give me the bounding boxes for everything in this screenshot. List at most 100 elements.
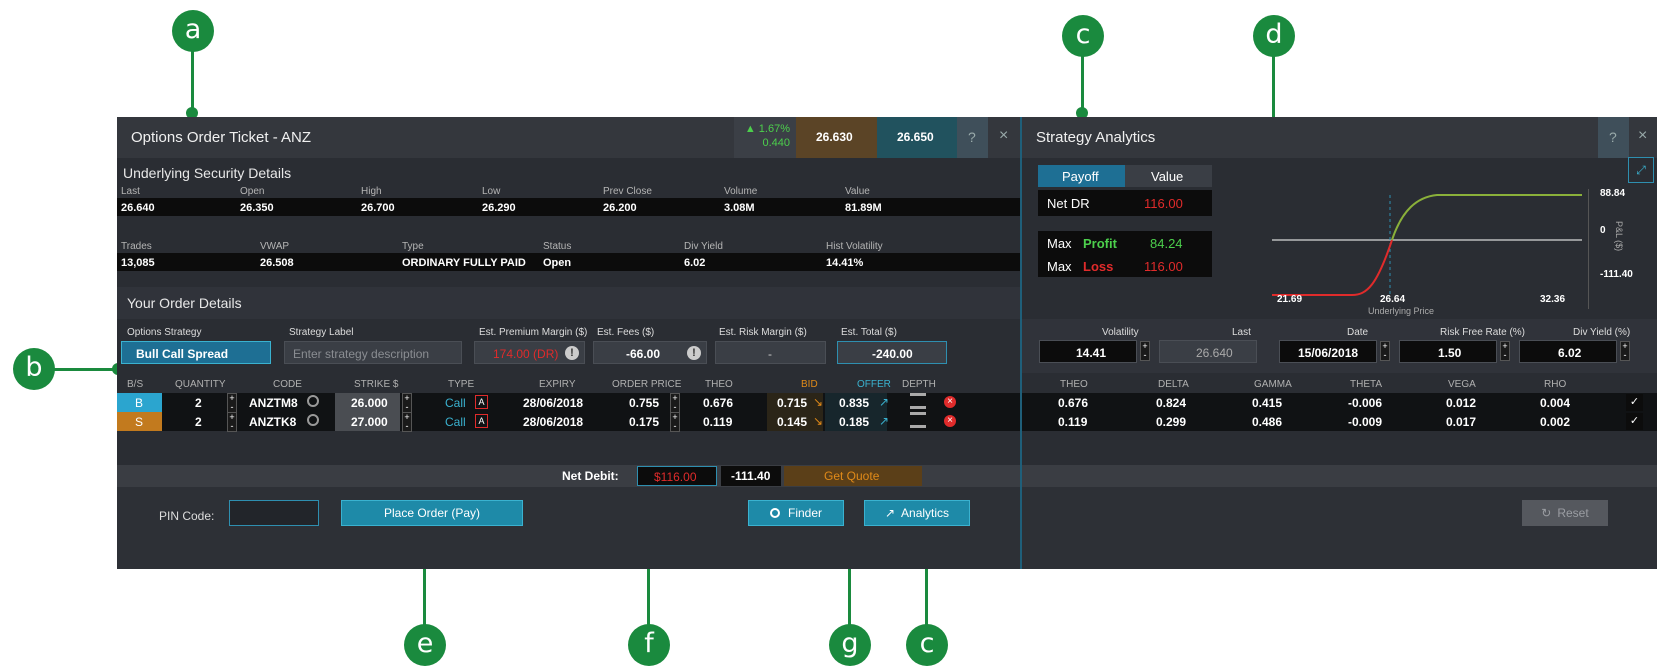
net-value-box: -111.40 <box>721 466 781 486</box>
leg-1-expiry[interactable]: 28/06/2018 <box>523 396 583 410</box>
fees-info-icon[interactable]: ! <box>687 346 701 360</box>
leg-1-bid: 0.715 <box>777 396 808 410</box>
leg-1-order-price[interactable]: 0.755 <box>629 396 659 410</box>
und-vwap: 26.508 <box>260 257 294 269</box>
remove-leg-icon[interactable]: × <box>944 396 956 408</box>
premium-info-icon[interactable]: ! <box>565 346 579 360</box>
strategy-select[interactable]: Bull Call Spread <box>121 341 271 364</box>
und-type: ORDINARY FULLY PAID <box>402 257 526 269</box>
und-label-histvol: Hist Volatility <box>826 241 883 252</box>
leg-1-strike: 26.000 <box>351 396 388 410</box>
checkmark-icon[interactable]: ✓ <box>1626 413 1643 430</box>
leg-1-auto-badge[interactable]: A <box>475 395 488 409</box>
leg-2-theo: 0.119 <box>703 415 733 429</box>
callout-f: f <box>628 624 670 666</box>
date-input[interactable]: 15/06/2018 <box>1279 340 1377 363</box>
analytics-net-band <box>1022 465 1657 487</box>
expand-chart-button[interactable]: ⤢ <box>1628 157 1654 183</box>
bid-price-box[interactable]: 26.630 <box>796 117 877 158</box>
search-icon[interactable] <box>307 395 319 407</box>
chart-y-axis-line <box>1588 189 1589 309</box>
rfr-value: 1.50 <box>1438 346 1462 360</box>
callout-a-line <box>191 48 194 114</box>
greek-1-delta: 0.824 <box>1156 396 1187 410</box>
leg-2-qty-stepper[interactable]: + - <box>227 412 237 432</box>
net-dr-label: Net DR <box>1047 196 1090 211</box>
leg-2-strike-box[interactable]: 27.000 <box>335 412 400 431</box>
tab-payoff[interactable]: Payoff <box>1038 165 1125 187</box>
analytics-close-button[interactable]: × <box>1629 117 1657 158</box>
premium-margin-value: 174.00 (DR) <box>493 347 559 361</box>
bid-price: 26.630 <box>816 130 853 144</box>
rfr-stepper[interactable]: + - <box>1500 341 1510 361</box>
depth-icon[interactable] <box>910 393 926 409</box>
place-order-button[interactable]: Place Order (Pay) <box>341 500 523 526</box>
checkmark-icon[interactable]: ✓ <box>1626 394 1643 411</box>
total-box: -240.00 <box>837 341 947 364</box>
leg-2-qty[interactable]: 2 <box>195 415 202 429</box>
leg-1-offer-box[interactable]: 0.835 <box>825 393 887 412</box>
tab-value[interactable]: Value <box>1125 165 1212 187</box>
rfr-input[interactable]: 1.50 <box>1399 340 1497 363</box>
ticket-close-button[interactable]: × <box>988 117 1020 158</box>
depth-icon[interactable] <box>910 412 926 428</box>
callout-g: g <box>829 624 871 666</box>
ticket-title: Options Order Ticket - ANZ <box>131 129 312 146</box>
get-quote-button[interactable]: Get Quote <box>784 466 922 486</box>
leg-1-type[interactable]: Call <box>445 396 466 410</box>
callout-d: d <box>1253 15 1295 57</box>
ask-price-box[interactable]: 26.650 <box>877 117 957 158</box>
trend-icon: ↗ <box>884 506 896 520</box>
close-icon: × <box>999 127 1009 144</box>
leg-1-bs: B <box>135 396 144 410</box>
date-stepper[interactable]: + - <box>1380 341 1390 361</box>
leg-2-type[interactable]: Call <box>445 415 466 429</box>
greek-col-vega: VEGA <box>1448 379 1476 390</box>
und-divyield: 6.02 <box>684 257 706 269</box>
und-label-last: Last <box>121 186 140 197</box>
und-label-open: Open <box>240 186 265 197</box>
remove-leg-icon[interactable]: × <box>944 415 956 427</box>
max-loss-row: Max Loss 116.00 <box>1038 254 1212 277</box>
col-code: CODE <box>273 379 302 390</box>
greek-col-theta: THETA <box>1350 379 1383 390</box>
ticket-titlebar: Options Order Ticket - ANZ ▲ 1.67% 0.440… <box>117 117 1020 158</box>
y-tick-zero: 0 <box>1600 225 1606 236</box>
underlying-section-title: Underlying Security Details <box>123 165 292 181</box>
net-dr-box: Net DR 116.00 <box>1038 190 1212 216</box>
und-label-high: High <box>361 186 382 197</box>
greek-col-rho: RHO <box>1544 379 1567 390</box>
leg-2-sell-badge[interactable]: S <box>117 412 162 431</box>
leg-1-price-stepper[interactable]: + - <box>670 393 680 413</box>
max-profit-max: Max <box>1047 236 1072 251</box>
analytics-help-button[interactable]: ? <box>1598 117 1629 158</box>
reset-button[interactable]: ↻ Reset <box>1522 500 1608 526</box>
col-order-price: ORDER PRICE <box>612 379 682 390</box>
leg-1-strike-stepper[interactable]: + - <box>402 393 412 413</box>
strategy-description-input[interactable]: Enter strategy description <box>284 341 462 364</box>
leg-2-order-price[interactable]: 0.175 <box>629 415 659 429</box>
leg-2-expiry[interactable]: 28/06/2018 <box>523 415 583 429</box>
ticket-help-button[interactable]: ? <box>957 117 988 158</box>
param-label-date: Date <box>1347 327 1369 338</box>
leg-1-qty-stepper[interactable]: + - <box>227 393 237 413</box>
pin-code-input[interactable] <box>229 500 319 526</box>
volatility-input[interactable]: 14.41 <box>1039 340 1137 363</box>
und-label-type: Type <box>402 241 424 252</box>
leg-1-qty[interactable]: 2 <box>195 396 202 410</box>
search-icon[interactable] <box>307 414 319 426</box>
greek-col-theo: THEO <box>1060 379 1088 390</box>
divyield-input[interactable]: 6.02 <box>1519 340 1617 363</box>
leg-2-strike-stepper[interactable]: + - <box>402 412 412 432</box>
param-label-divyield: Div Yield (%) <box>1573 327 1631 338</box>
leg-1-buy-badge[interactable]: B <box>117 393 162 412</box>
analytics-button[interactable]: ↗ Analytics <box>864 500 970 526</box>
finder-button[interactable]: Finder <box>748 500 844 526</box>
leg-2-auto-badge[interactable]: A <box>475 414 488 428</box>
divyield-stepper[interactable]: + - <box>1620 341 1630 361</box>
leg-2-price-stepper[interactable]: + - <box>670 412 680 432</box>
volatility-stepper[interactable]: + - <box>1140 341 1150 361</box>
divyield-param-value: 6.02 <box>1558 346 1582 360</box>
leg-2-offer-box[interactable]: 0.185 <box>825 412 887 431</box>
leg-1-strike-box[interactable]: 26.000 <box>335 393 400 412</box>
